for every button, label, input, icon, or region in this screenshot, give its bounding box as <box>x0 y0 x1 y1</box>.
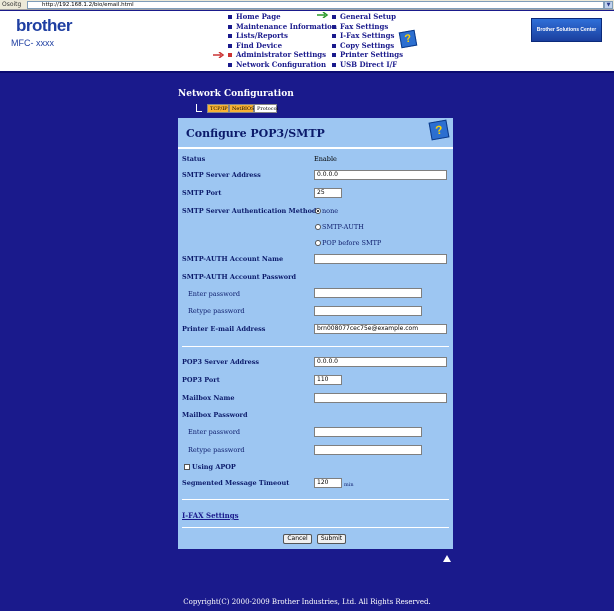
nav-usb-direct[interactable]: USB Direct I/F <box>330 60 403 70</box>
nav-maintenance-information[interactable]: Maintenance Information <box>226 22 337 32</box>
mailbox-name-input[interactable] <box>314 393 447 403</box>
nav-printer-settings[interactable]: Printer Settings <box>330 50 403 60</box>
pop3-port-label: POP3 Port <box>182 376 220 384</box>
help-icon[interactable]: ? <box>428 119 450 141</box>
smtp-server-label: SMTP Server Address <box>182 171 261 179</box>
timeout-unit: min <box>344 482 354 488</box>
url-input[interactable]: http://192.168.1.2/bio/email.html <box>27 1 604 9</box>
section-title: Network Configuration <box>178 89 294 99</box>
ifax-settings-link[interactable]: I-FAX Settings <box>182 511 239 520</box>
auth-pop-before-smtp-radio[interactable]: POP before SMTP <box>315 239 381 247</box>
auth-smtp-auth-radio[interactable]: SMTP-AUTH <box>315 223 364 231</box>
email-label: Printer E-mail Address <box>182 325 266 333</box>
mailbox-name-label: Mailbox Name <box>182 394 235 402</box>
mailbox-password-input[interactable] <box>314 427 422 437</box>
nav-copy-settings[interactable]: Copy Settings <box>330 41 403 51</box>
scroll-to-top-icon[interactable] <box>443 555 451 562</box>
enter-password-label: Enter password <box>188 290 241 298</box>
brand-logo[interactable]: brother <box>16 16 73 36</box>
pop3-server-input[interactable]: 0.0.0.0 <box>314 357 447 367</box>
nav-menu-left: Home Page Maintenance Information Lists/… <box>226 12 337 69</box>
settings-panel: Configure POP3/SMTP ? Status Enable SMTP… <box>178 118 453 549</box>
current-section-arrow-icon <box>213 52 225 58</box>
page-title: Configure POP3/SMTP <box>186 127 325 140</box>
retype-password-label: Retype password <box>188 307 245 315</box>
submit-button[interactable]: Submit <box>317 534 346 544</box>
pop3-port-input[interactable]: 110 <box>314 375 342 385</box>
timeout-input[interactable]: 120 <box>314 478 342 488</box>
current-submenu-arrow-icon <box>317 12 329 18</box>
divider <box>178 147 453 149</box>
tree-connector <box>196 104 202 112</box>
smtp-password-input[interactable] <box>314 288 422 298</box>
nav-fax-settings[interactable]: Fax Settings <box>330 22 403 32</box>
nav-ifax-settings[interactable]: I-Fax Settings <box>330 31 403 41</box>
enter-password-label: Enter password <box>188 428 241 436</box>
nav-network-configuration[interactable]: Network Configuration <box>226 60 337 70</box>
apop-checkbox[interactable]: Using APOP <box>184 463 236 471</box>
status-value: Enable <box>314 155 337 163</box>
tab-tcpip[interactable]: TCP/IP <box>207 104 229 113</box>
header: brother MFC- xxxx Home Page Maintenance … <box>0 11 614 73</box>
smtp-auth-account-input[interactable] <box>314 254 447 264</box>
email-input[interactable]: brn008077cec75e@example.com <box>314 324 447 334</box>
retype-password-label: Retype password <box>188 446 245 454</box>
address-bar: Osoitg http://192.168.1.2/bio/email.html… <box>0 0 614 10</box>
divider <box>182 346 449 347</box>
smtp-password-retype-input[interactable] <box>314 306 422 316</box>
chevron-down-icon[interactable]: ▼ <box>604 1 613 9</box>
smtp-auth-password-label: SMTP-AUTH Account Password <box>182 273 297 281</box>
nav-administrator-settings[interactable]: Administrator Settings <box>226 50 337 60</box>
smtp-port-label: SMTP Port <box>182 189 222 197</box>
smtp-auth-account-label: SMTP-AUTH Account Name <box>182 255 284 263</box>
divider <box>182 527 449 528</box>
tab-netbios[interactable]: NetBIOS <box>229 104 255 113</box>
smtp-port-input[interactable]: 25 <box>314 188 342 198</box>
auth-none-radio[interactable]: none <box>315 207 338 215</box>
nav-menu-right: General Setup Fax Settings I-Fax Setting… <box>330 12 403 69</box>
divider <box>182 499 449 500</box>
nav-find-device[interactable]: Find Device <box>226 41 337 51</box>
copyright-footer: Copyright(C) 2000-2009 Brother Industrie… <box>183 598 431 606</box>
smtp-server-input[interactable]: 0.0.0.0 <box>314 170 447 180</box>
pop3-server-label: POP3 Server Address <box>182 358 260 366</box>
help-icon[interactable]: ? <box>398 29 418 49</box>
tab-protocol[interactable]: Protocol <box>254 104 278 113</box>
address-label: Osoitg <box>2 1 22 8</box>
smtp-auth-method-label: SMTP Server Authentication Method <box>182 207 317 215</box>
nav-general-setup[interactable]: General Setup <box>330 12 403 22</box>
solutions-center-button[interactable]: Brother Solutions Center <box>531 18 602 42</box>
timeout-label: Segmented Message Timeout <box>182 479 290 487</box>
nav-lists-reports[interactable]: Lists/Reports <box>226 31 337 41</box>
model-name: MFC- xxxx <box>11 38 54 48</box>
cancel-button[interactable]: Cancel <box>283 534 312 544</box>
mailbox-password-label: Mailbox Password <box>182 411 248 419</box>
status-label: Status <box>182 155 206 163</box>
mailbox-password-retype-input[interactable] <box>314 445 422 455</box>
